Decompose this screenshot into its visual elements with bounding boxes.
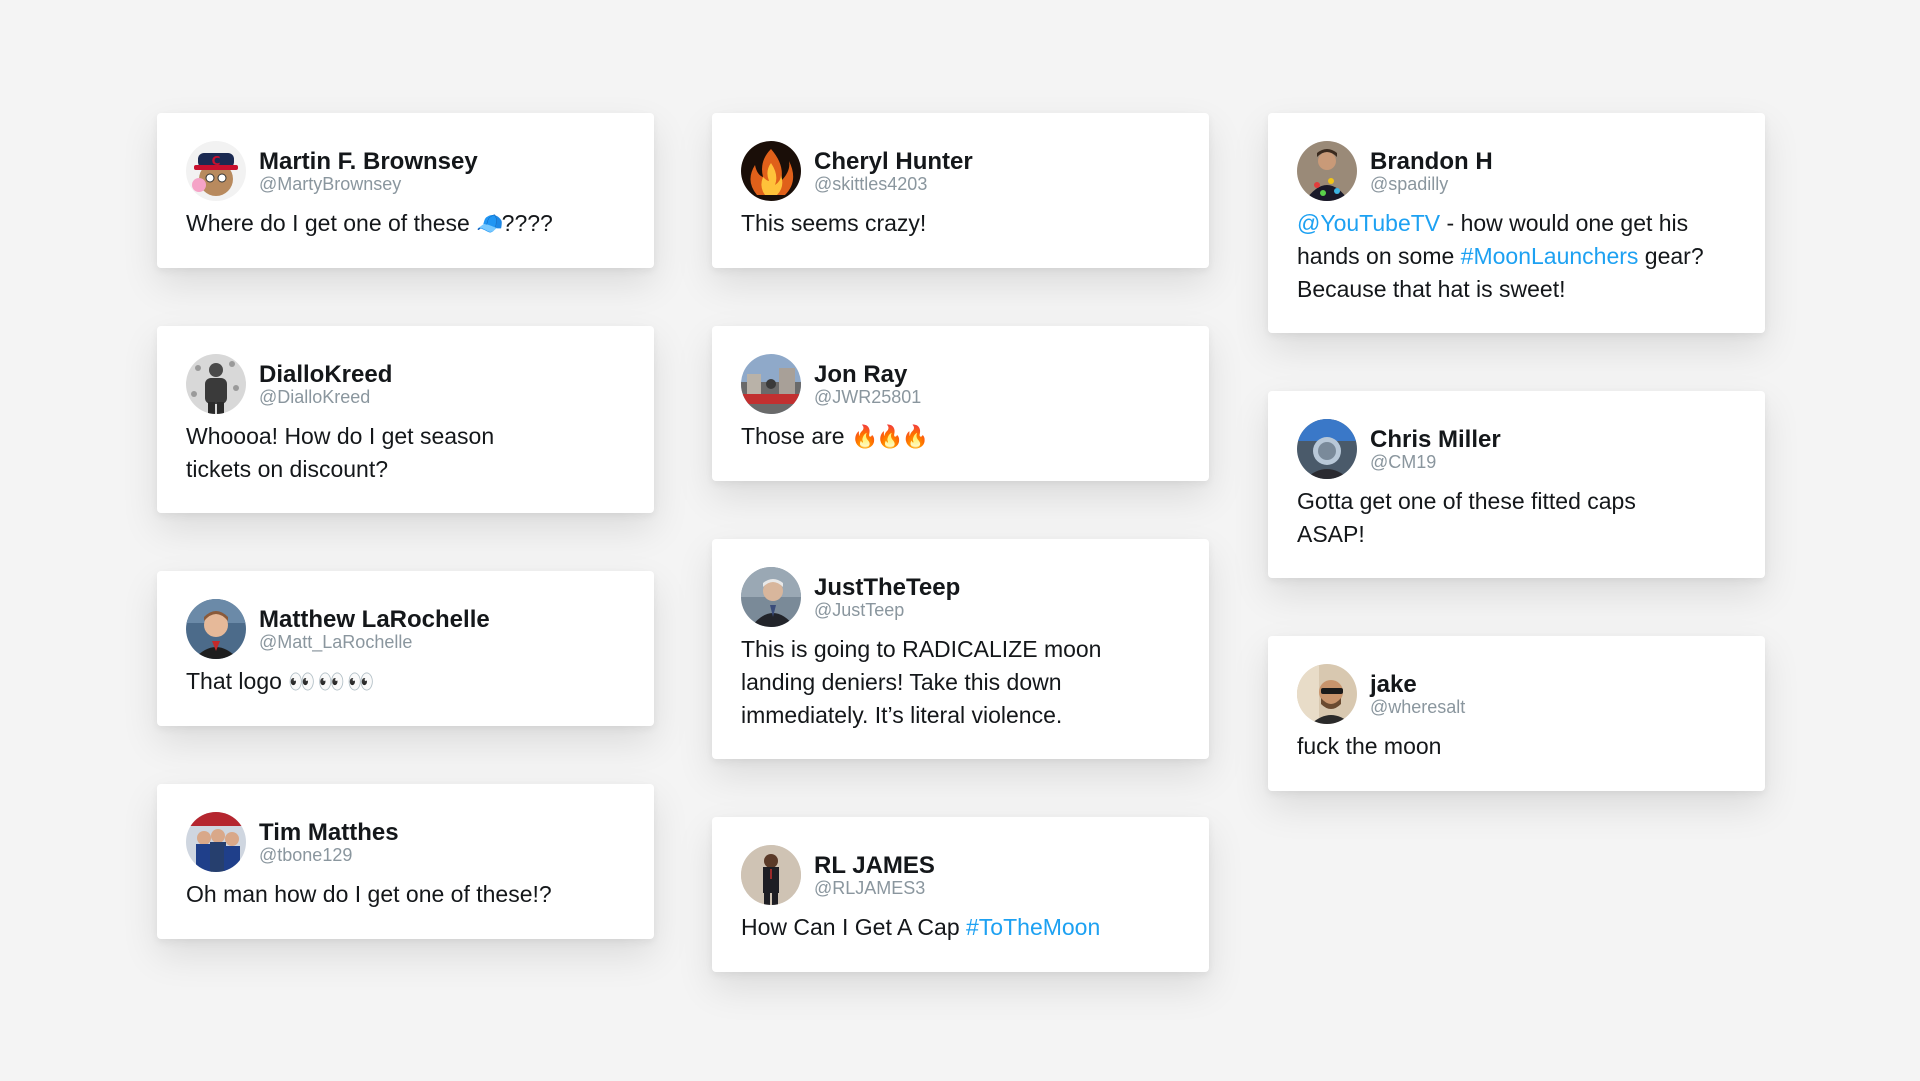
tweet-card-tim[interactable]: Tim Matthes @tbone129 Oh man how do I ge… xyxy=(157,784,654,939)
display-name[interactable]: Chris Miller xyxy=(1370,427,1501,452)
avatar-matthew[interactable] xyxy=(186,599,246,659)
tweet-card-matthew[interactable]: Matthew LaRochelle @Matt_LaRochelle That… xyxy=(157,571,654,726)
display-name[interactable]: RL JAMES xyxy=(814,853,935,878)
display-name[interactable]: jake xyxy=(1370,672,1465,697)
user-handle[interactable]: @JWR25801 xyxy=(814,387,921,407)
user-handle[interactable]: @CM19 xyxy=(1370,452,1501,472)
display-name[interactable]: JustTheTeep xyxy=(814,575,960,600)
display-name[interactable]: Cheryl Hunter xyxy=(814,149,973,174)
display-name[interactable]: Matthew LaRochelle xyxy=(259,607,490,632)
eyes-emoji-icon: 👀 👀 👀 xyxy=(288,669,374,694)
tweet-card-brandon[interactable]: Brandon H @spadilly @YouTubeTV - how wou… xyxy=(1268,113,1765,333)
user-handle[interactable]: @tbone129 xyxy=(259,845,399,865)
tweet-text: How Can I Get A Cap #ToTheMoon xyxy=(741,914,1101,940)
avatar-tim[interactable] xyxy=(186,812,246,872)
display-name[interactable]: Jon Ray xyxy=(814,362,921,387)
hashtag-link[interactable]: #ToTheMoon xyxy=(966,914,1100,940)
tweet-card-chris[interactable]: Chris Miller @CM19 Gotta get one of thes… xyxy=(1268,391,1765,578)
avatar-cheryl[interactable] xyxy=(741,141,801,201)
user-handle[interactable]: @MartyBrownsey xyxy=(259,174,478,194)
tweet-card-teep[interactable]: JustTheTeep @JustTeep This is going to R… xyxy=(712,539,1209,759)
cap-emoji-icon: 🧢 xyxy=(476,211,503,236)
user-handle[interactable]: @DialloKreed xyxy=(259,387,392,407)
user-handle[interactable]: @Matt_LaRochelle xyxy=(259,632,490,652)
avatar-jake[interactable] xyxy=(1297,664,1357,724)
tweet-text: Those are 🔥🔥🔥 xyxy=(741,423,929,449)
user-handle[interactable]: @wheresalt xyxy=(1370,697,1465,717)
tweet-text: Where do I get one of these 🧢???? xyxy=(186,210,553,236)
display-name[interactable]: Tim Matthes xyxy=(259,820,399,845)
tweet-text: Oh man how do I get one of these!? xyxy=(186,881,552,907)
tweet-card-diallo[interactable]: DialloKreed @DialloKreed Whoooa! How do … xyxy=(157,326,654,513)
hashtag-link[interactable]: #MoonLaunchers xyxy=(1461,243,1639,269)
display-name[interactable]: Brandon H xyxy=(1370,149,1493,174)
svg-text:C: C xyxy=(212,154,221,168)
avatar-rl[interactable] xyxy=(741,845,801,905)
tweet-text: That logo 👀 👀 👀 xyxy=(186,668,375,694)
avatar-brandon[interactable] xyxy=(1297,141,1357,201)
tweet-card-cheryl[interactable]: Cheryl Hunter @skittles4203 This seems c… xyxy=(712,113,1209,268)
tweet-card-rl[interactable]: RL JAMES @RLJAMES3 How Can I Get A Cap #… xyxy=(712,817,1209,972)
tweet-card-jake[interactable]: jake @wheresalt fuck the moon xyxy=(1268,636,1765,791)
tweet-text: Whoooa! How do I get season tickets on d… xyxy=(186,423,495,482)
tweet-card-martin[interactable]: C Martin F. Brownsey @MartyBrownsey Wher… xyxy=(157,113,654,268)
avatar-teep[interactable] xyxy=(741,567,801,627)
avatar-diallo[interactable] xyxy=(186,354,246,414)
tweet-text: This is going to RADICALIZE moon landing… xyxy=(741,636,1102,728)
tweet-text: @YouTubeTV - how would one get his hands… xyxy=(1297,210,1704,302)
tweet-text: fuck the moon xyxy=(1297,733,1442,759)
avatar-martin[interactable]: C xyxy=(186,141,246,201)
user-handle[interactable]: @spadilly xyxy=(1370,174,1493,194)
user-handle[interactable]: @JustTeep xyxy=(814,600,960,620)
avatar-chris[interactable] xyxy=(1297,419,1357,479)
mention-link[interactable]: @YouTubeTV xyxy=(1297,210,1440,236)
user-handle[interactable]: @skittles4203 xyxy=(814,174,973,194)
user-handle[interactable]: @RLJAMES3 xyxy=(814,878,935,898)
avatar-jon[interactable] xyxy=(741,354,801,414)
display-name[interactable]: DialloKreed xyxy=(259,362,392,387)
display-name[interactable]: Martin F. Brownsey xyxy=(259,149,478,174)
fire-emoji-icon: 🔥🔥🔥 xyxy=(850,424,929,449)
tweet-card-jon[interactable]: Jon Ray @JWR25801 Those are 🔥🔥🔥 xyxy=(712,326,1209,481)
tweet-text: This seems crazy! xyxy=(741,210,927,236)
tweet-text: Gotta get one of these fitted caps ASAP! xyxy=(1297,488,1636,547)
